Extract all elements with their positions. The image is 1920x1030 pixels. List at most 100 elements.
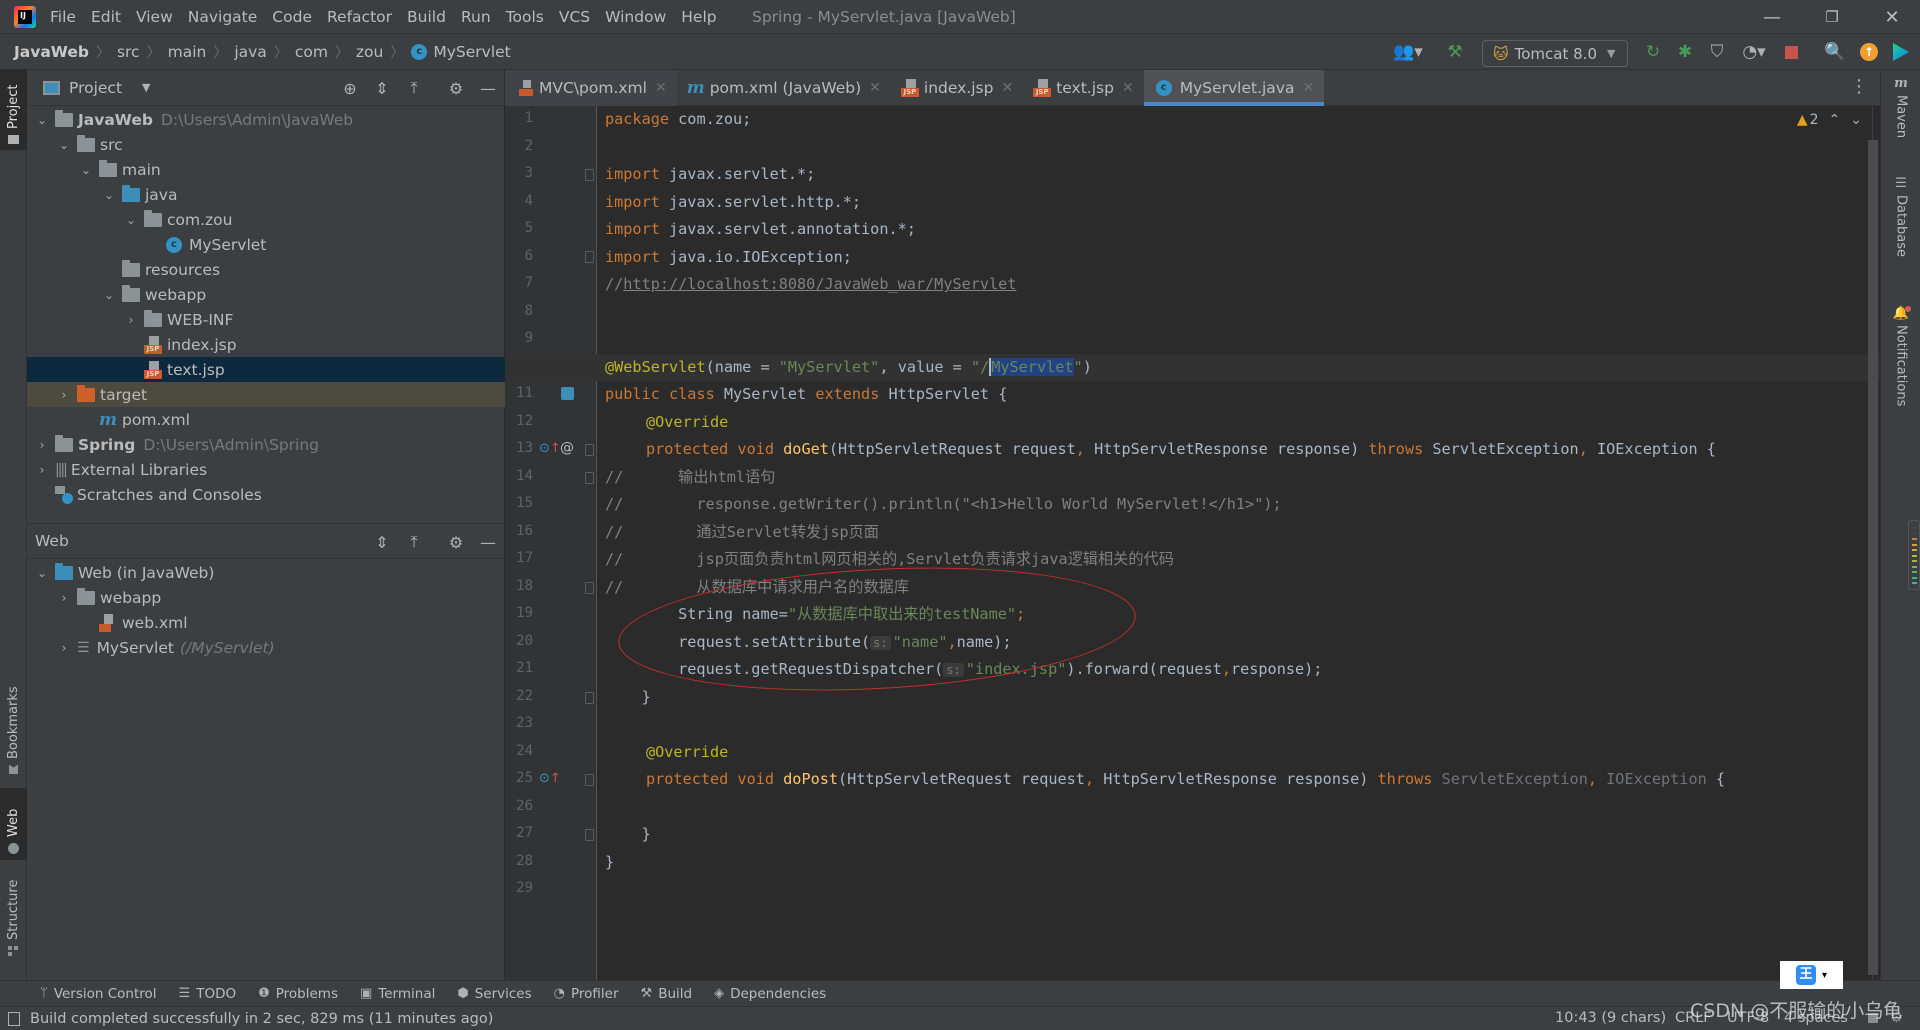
chevron-right-icon[interactable]: › xyxy=(55,388,73,402)
menu-edit[interactable]: Edit xyxy=(91,8,121,26)
breadcrumb-item[interactable]: MyServlet xyxy=(433,43,510,61)
tree-item-web-inf[interactable]: › WEB-INF xyxy=(27,307,505,332)
close-icon[interactable]: ✕ xyxy=(869,80,881,96)
tool-tab-web[interactable]: Web xyxy=(0,788,27,860)
hide-panel-icon[interactable]: — xyxy=(475,70,501,106)
close-icon[interactable]: ✕ xyxy=(1302,80,1314,96)
tool-dependencies[interactable]: ◈ Dependencies xyxy=(714,986,826,1002)
tool-services[interactable]: ⬢ Services xyxy=(457,986,531,1002)
menu-code[interactable]: Code xyxy=(272,8,312,26)
close-icon[interactable]: ✕ xyxy=(655,80,667,96)
chevron-down-icon[interactable]: ▼ xyxy=(142,81,150,94)
breadcrumb-item[interactable]: src xyxy=(117,43,140,61)
editor-scrollbar[interactable] xyxy=(1868,140,1878,975)
tree-item-com-zou[interactable]: ⌄ com.zou xyxy=(27,207,505,232)
tab-text-jsp[interactable]: text.jsp ✕ xyxy=(1023,70,1143,106)
chevron-down-icon[interactable]: ⌄ xyxy=(100,288,118,302)
update-icon[interactable]: ↑ xyxy=(1856,34,1882,70)
tab-myservlet-java[interactable]: c MyServlet.java ✕ xyxy=(1143,70,1325,106)
tree-item-resources[interactable]: resources xyxy=(27,257,505,282)
fold-marker-icon[interactable] xyxy=(585,251,594,263)
more-tabs-icon[interactable]: ⋮ xyxy=(1850,76,1868,97)
tab-index-jsp[interactable]: index.jsp ✕ xyxy=(891,70,1023,106)
menu-file[interactable]: File xyxy=(50,8,76,26)
menu-build[interactable]: Build xyxy=(407,8,446,26)
fold-marker-icon[interactable] xyxy=(585,692,594,704)
tree-item-scratches[interactable]: Scratches and Consoles xyxy=(27,482,505,507)
web-tree-item-web-xml[interactable]: web.xml xyxy=(27,610,505,635)
tool-tab-database[interactable]: ☰ Database xyxy=(1881,170,1920,290)
caret-position[interactable]: 10:43 (9 chars) xyxy=(1555,1010,1666,1026)
tree-item-javaweb[interactable]: ⌄ JavaWeb D:\Users\Admin\JavaWeb xyxy=(27,107,505,132)
chevron-down-icon[interactable]: ⌄ xyxy=(122,213,140,227)
tree-item-pom-xml[interactable]: m pom.xml xyxy=(27,407,505,432)
tree-item-text-jsp[interactable]: text.jsp xyxy=(27,357,505,382)
chevron-down-icon[interactable]: ⌄ xyxy=(100,188,118,202)
tool-tab-notifications[interactable]: 🔔 Notifications xyxy=(1881,300,1920,460)
close-icon[interactable]: ✕ xyxy=(1001,80,1013,96)
breadcrumb-item[interactable]: main xyxy=(168,43,207,61)
tool-tab-structure[interactable]: Structure xyxy=(0,866,27,962)
chevron-right-icon[interactable]: › xyxy=(33,463,51,477)
run-configuration-select[interactable]: 🐱 Tomcat 8.0 ▼ xyxy=(1482,40,1628,67)
menu-window[interactable]: Window xyxy=(605,8,666,26)
web-servlet-gutter-icon[interactable] xyxy=(561,387,574,404)
chevron-down-icon[interactable]: ⌄ xyxy=(33,566,51,580)
override-method-icon[interactable]: ⊙↑ xyxy=(539,771,561,786)
locate-target-icon[interactable]: ⊕ xyxy=(337,70,363,106)
tree-item-target[interactable]: › target xyxy=(27,382,505,407)
tree-item-spring[interactable]: › Spring D:\Users\Admin\Spring xyxy=(27,432,505,457)
gear-icon[interactable]: ⚙ xyxy=(443,524,469,560)
breadcrumb-item[interactable]: zou xyxy=(356,43,383,61)
profile-icon[interactable]: ◔▾ xyxy=(1736,34,1772,70)
web-tree-item-web[interactable]: ⌄ Web (in JavaWeb) xyxy=(27,560,505,585)
tool-tab-project[interactable]: Project xyxy=(0,70,27,150)
status-message[interactable]: Build completed successfully in 2 sec, 8… xyxy=(30,1011,493,1027)
tree-item-index-jsp[interactable]: index.jsp xyxy=(27,332,505,357)
inspection-widget[interactable]: ▲ 2 ⌃ ⌄ xyxy=(1797,112,1862,128)
user-account-icon[interactable]: 👥▾ xyxy=(1392,34,1424,70)
run-with-coverage-icon[interactable]: ⛉ xyxy=(1704,34,1730,70)
minimize-button[interactable]: — xyxy=(1744,0,1800,34)
gear-icon[interactable]: ⚙ xyxy=(443,70,469,106)
tree-item-myservlet[interactable]: c MyServlet xyxy=(27,232,505,257)
breadcrumb-item[interactable]: com xyxy=(295,43,328,61)
tool-profiler[interactable]: ◔ Profiler xyxy=(554,986,619,1002)
chevron-down-icon[interactable]: ⌄ xyxy=(33,113,51,127)
tree-item-main[interactable]: ⌄ main xyxy=(27,157,505,182)
search-icon[interactable]: 🔍 xyxy=(1822,34,1848,70)
chevron-down-icon[interactable]: ⌄ xyxy=(77,163,95,177)
code-with-me-icon[interactable] xyxy=(1888,34,1914,70)
chevron-right-icon[interactable]: › xyxy=(55,591,73,605)
close-window-button[interactable]: ✕ xyxy=(1864,0,1920,34)
rerun-icon[interactable]: ↻ xyxy=(1640,34,1666,70)
tree-item-src[interactable]: ⌄ src xyxy=(27,132,505,157)
tree-item-java[interactable]: ⌄ java xyxy=(27,182,505,207)
tool-todo[interactable]: ☰ TODO xyxy=(179,986,237,1002)
fold-marker-icon[interactable] xyxy=(585,472,594,484)
stop-icon[interactable] xyxy=(1778,34,1804,70)
web-tree-item-webapp[interactable]: › webapp xyxy=(27,585,505,610)
hide-panel-icon[interactable]: — xyxy=(475,524,501,560)
comment-url-link[interactable]: http://localhost:8080/JavaWeb_war/MyServ… xyxy=(623,275,1016,293)
ime-options-icon[interactable]: ▾ xyxy=(1822,970,1827,981)
fold-marker-icon[interactable] xyxy=(585,582,594,594)
tool-problems[interactable]: ❶ Problems xyxy=(258,986,338,1002)
chevron-right-icon[interactable]: › xyxy=(55,641,73,655)
tool-build[interactable]: ⚒ Build xyxy=(641,986,693,1002)
breadcrumb-item[interactable]: JavaWeb xyxy=(14,43,89,61)
previous-highlight-icon[interactable]: ⌃ xyxy=(1829,112,1841,128)
expand-all-icon[interactable]: ⇕ xyxy=(369,524,395,560)
menu-view[interactable]: View xyxy=(136,8,173,26)
chevron-down-icon[interactable]: ⌄ xyxy=(55,138,73,152)
tree-item-external-libraries[interactable]: › |||| External Libraries xyxy=(27,457,505,482)
tool-tab-maven[interactable]: m Maven xyxy=(1881,70,1920,152)
menu-help[interactable]: Help xyxy=(681,8,716,26)
tool-tab-bookmarks[interactable]: Bookmarks xyxy=(0,680,27,780)
menu-refactor[interactable]: Refactor xyxy=(327,8,392,26)
fold-marker-icon[interactable] xyxy=(585,829,594,841)
tool-terminal[interactable]: ▣ Terminal xyxy=(360,986,435,1002)
status-panel-icon[interactable] xyxy=(8,1011,20,1026)
project-panel-title[interactable]: Project xyxy=(69,79,122,97)
debug-bug-icon[interactable]: ✱ xyxy=(1672,34,1698,70)
